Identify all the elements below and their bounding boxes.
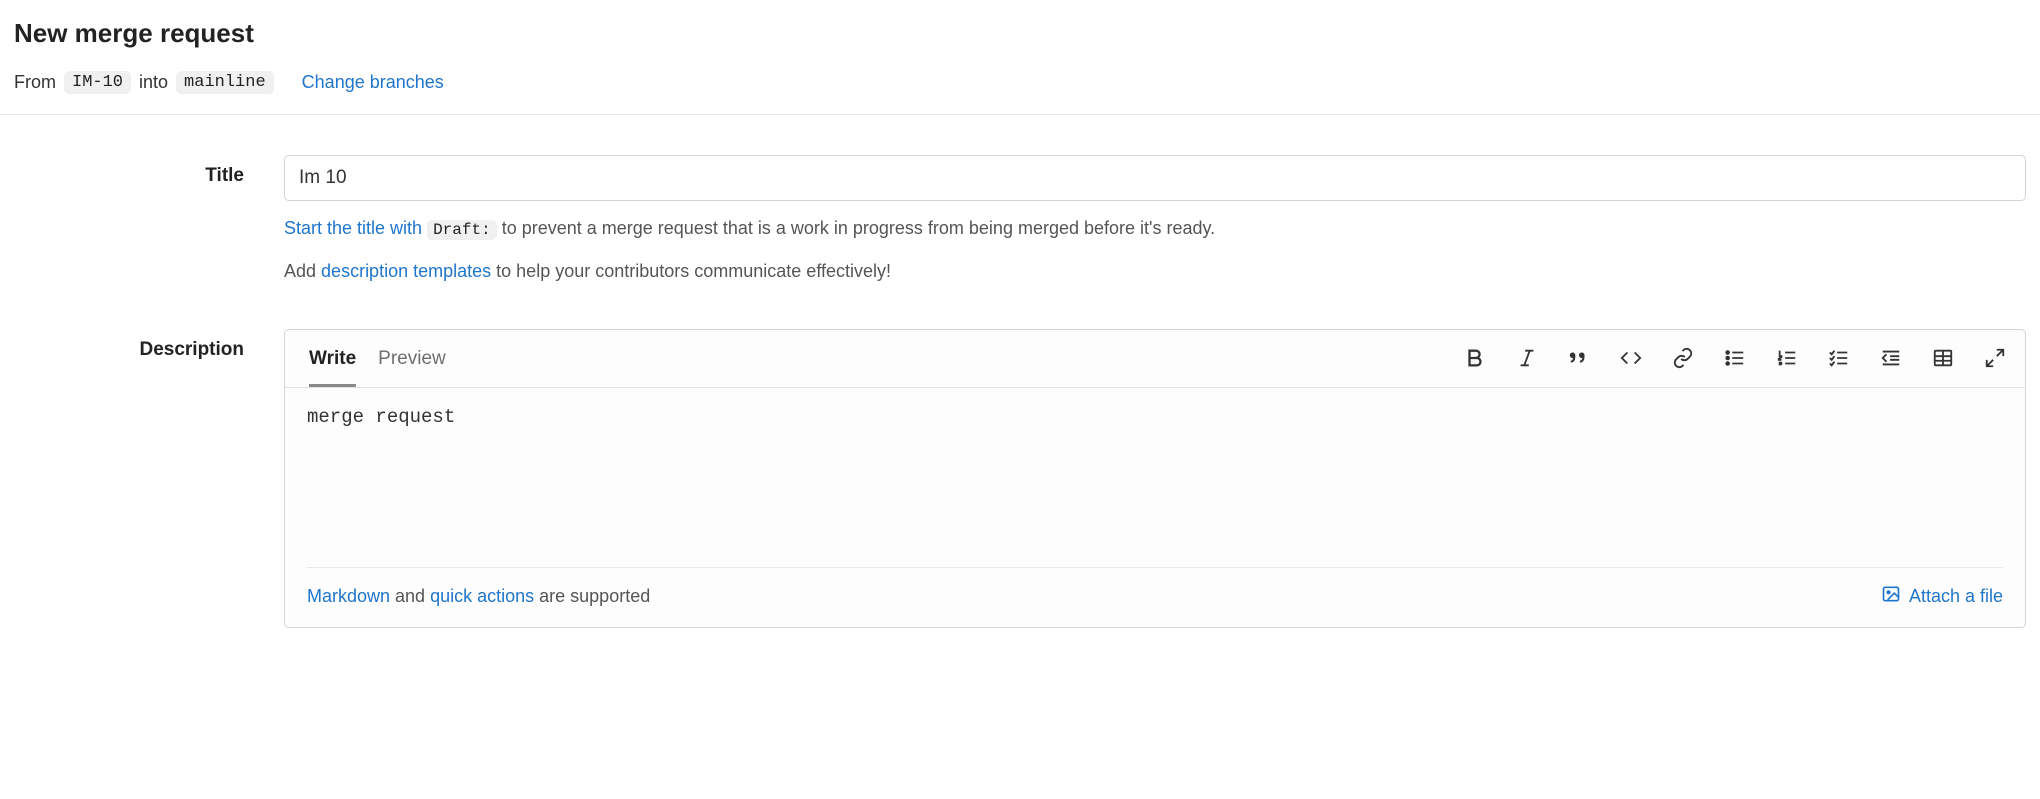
table-icon[interactable] [1931,346,1955,370]
image-icon [1881,584,1901,609]
draft-code-chip: Draft: [427,220,497,240]
editor-toolbar [1463,346,2007,370]
title-row: Title Start the title with Draft: to pre… [14,155,2026,287]
quote-icon[interactable] [1567,346,1591,370]
from-label: From [14,72,56,93]
numbered-list-icon[interactable] [1775,346,1799,370]
description-textarea[interactable] [307,406,2003,556]
templates-hint-prefix: Add [284,261,316,281]
draft-hint-rest: to prevent a merge request that is a wor… [502,218,1215,238]
and-text: and [390,586,430,606]
bold-icon[interactable] [1463,346,1487,370]
templates-hint: Add description templates to help your c… [284,256,2026,287]
editor-header: Write Preview [285,330,2025,388]
link-icon[interactable] [1671,346,1695,370]
change-branches-link[interactable]: Change branches [302,72,444,93]
outdent-icon[interactable] [1879,346,1903,370]
tab-preview[interactable]: Preview [378,330,446,387]
title-label: Title [14,155,244,187]
task-list-icon[interactable] [1827,346,1851,370]
tab-write[interactable]: Write [309,330,356,387]
branch-info-row: From IM-10 into mainline Change branches [14,71,2026,94]
markdown-link[interactable]: Markdown [307,586,390,606]
attach-file-button[interactable]: Attach a file [1881,584,2003,609]
templates-hint-rest: to help your contributors communicate ef… [496,261,891,281]
source-branch-chip: IM-10 [64,71,131,94]
draft-prefix-link[interactable]: Start the title with [284,218,422,238]
attach-file-label: Attach a file [1909,586,2003,607]
quick-actions-link[interactable]: quick actions [430,586,534,606]
fullscreen-icon[interactable] [1983,346,2007,370]
description-label: Description [14,329,244,361]
description-editor: Write Preview [284,329,2026,628]
title-input[interactable] [284,155,2026,201]
target-branch-chip: mainline [176,71,274,94]
editor-footer: Markdown and quick actions are supported… [307,567,2003,627]
description-templates-link[interactable]: description templates [321,261,491,281]
bulleted-list-icon[interactable] [1723,346,1747,370]
page-title: New merge request [14,18,2026,49]
italic-icon[interactable] [1515,346,1539,370]
code-icon[interactable] [1619,346,1643,370]
editor-body [285,388,2025,567]
editor-tabs: Write Preview [285,330,446,387]
description-row: Description Write Preview [14,329,2026,628]
markdown-support-text: Markdown and quick actions are supported [307,586,650,607]
draft-hint: Start the title with Draft: to prevent a… [284,213,2026,244]
into-label: into [139,72,168,93]
supported-text: are supported [534,586,650,606]
section-divider [0,114,2040,115]
